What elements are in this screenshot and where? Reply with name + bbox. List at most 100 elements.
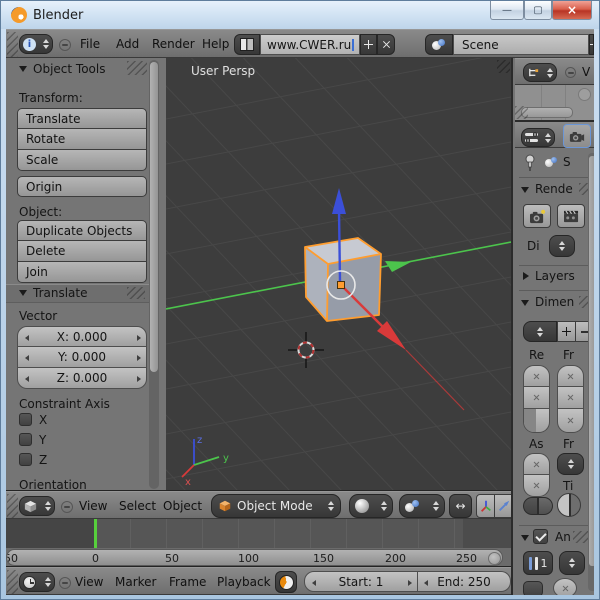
viewport-shading-dropdown[interactable]	[349, 494, 393, 518]
close-button[interactable]: ×	[552, 1, 592, 20]
panel-drag-handle[interactable]	[127, 287, 145, 299]
panel-disclosure-icon[interactable]	[19, 290, 27, 296]
increment-icon[interactable]	[137, 335, 141, 341]
viewport-canvas[interactable]: z y x	[166, 58, 511, 491]
menu-frame[interactable]: Frame	[169, 575, 206, 589]
delete-button[interactable]: Delete	[17, 241, 147, 262]
add-screen-button[interactable]	[360, 34, 377, 55]
aa-samples-button[interactable]: 1	[523, 551, 553, 575]
frame-step-field[interactable]	[557, 409, 584, 433]
aa-panel-title[interactable]: An	[555, 530, 571, 544]
aa-fullsample-checkbox[interactable]	[523, 581, 543, 595]
scrollbar-zoom-handle[interactable]	[488, 552, 501, 565]
pin-icon[interactable]	[523, 154, 537, 172]
increment-icon[interactable]	[137, 355, 141, 361]
current-frame-indicator[interactable]	[94, 519, 97, 548]
menu-playback[interactable]: Playback	[217, 575, 271, 589]
add-scene-button[interactable]	[589, 34, 594, 55]
add-preset-button[interactable]	[557, 321, 576, 342]
duplicate-objects-button[interactable]: Duplicate Objects	[17, 220, 147, 241]
resolution-percentage-slider[interactable]	[523, 409, 550, 433]
manipulate-centers-toggle[interactable]: ↔	[449, 494, 472, 518]
panel-disclosure-icon[interactable]	[19, 66, 27, 72]
rotate-button[interactable]: Rotate	[17, 129, 147, 150]
time-remap-old-field[interactable]	[523, 497, 538, 515]
aa-enable-checkbox[interactable]	[533, 529, 548, 544]
scene-name-field[interactable]: Scene	[453, 34, 589, 55]
frame-start-field-small[interactable]	[557, 365, 584, 387]
constraint-y-checkbox[interactable]	[19, 433, 32, 446]
render-presets-dropdown[interactable]	[523, 321, 557, 342]
timeline-scrollbar[interactable]: -50 0 50 100 150 200 250	[6, 549, 503, 566]
menu-render[interactable]: Render	[152, 37, 195, 51]
scene-context-icon[interactable]	[545, 157, 558, 169]
menu-view[interactable]: V	[582, 65, 590, 79]
properties-scrollbar[interactable]	[588, 153, 594, 591]
selected-cube[interactable]	[305, 238, 381, 321]
area-corner-handle[interactable]	[7, 570, 18, 594]
area-corner-handle[interactable]	[7, 32, 18, 57]
decrement-icon[interactable]	[25, 355, 29, 361]
vector-x-field[interactable]: X: 0.000	[17, 326, 147, 347]
minimize-button[interactable]: —	[490, 1, 524, 20]
editor-type-selector[interactable]	[19, 572, 55, 592]
time-remap-new-field[interactable]	[538, 497, 553, 515]
screen-name-field[interactable]: www.CWER.ru	[260, 34, 360, 55]
panel-disclosure-icon[interactable]	[521, 187, 529, 193]
editor-type-selector[interactable]	[19, 496, 55, 516]
tool-shelf-scrollbar[interactable]	[149, 60, 159, 489]
translate-button[interactable]: Translate	[17, 108, 147, 129]
scene-icon-button[interactable]	[425, 34, 453, 55]
frame-end-field-small[interactable]	[557, 387, 584, 409]
decrement-icon[interactable]	[25, 376, 29, 382]
outliner-scroll-cap[interactable]	[578, 88, 591, 101]
layers-panel-title[interactable]: Layers	[535, 269, 575, 283]
manipulator-axis-toggle[interactable]	[476, 494, 495, 518]
fps-dropdown[interactable]	[557, 453, 584, 475]
join-button[interactable]: Join	[17, 262, 147, 283]
delete-screen-button[interactable]	[377, 34, 395, 55]
collapse-menus-button[interactable]	[59, 577, 71, 589]
menu-add[interactable]: Add	[116, 37, 139, 51]
decrement-icon[interactable]	[312, 580, 316, 586]
scrollbar-thumb[interactable]	[589, 156, 594, 566]
aspect-x-field[interactable]	[523, 453, 550, 475]
aa-filter-dropdown[interactable]	[559, 551, 585, 575]
editor-type-selector[interactable]	[523, 63, 557, 82]
dimensions-panel-title[interactable]: Dimen	[535, 295, 574, 309]
scrollbar-thumb[interactable]	[150, 62, 158, 372]
resolution-x-field[interactable]	[523, 365, 550, 387]
vector-y-field[interactable]: Y: 0.000	[17, 347, 147, 368]
collapse-menus-button[interactable]	[59, 39, 71, 51]
decrement-icon[interactable]	[424, 580, 428, 586]
tool-shelf-panel-title[interactable]: Object Tools	[33, 62, 105, 76]
menu-object[interactable]: Object	[163, 499, 202, 513]
area-corner-handle[interactable]	[497, 60, 510, 73]
area-corner-handle[interactable]	[515, 106, 528, 119]
panel-disclosure-icon[interactable]	[521, 535, 529, 541]
menu-file[interactable]: File	[80, 37, 100, 51]
menu-select[interactable]: Select	[119, 499, 156, 513]
vector-z-field[interactable]: Z: 0.000	[17, 368, 147, 389]
editor-type-selector[interactable]	[521, 128, 555, 147]
autokey-record-button[interactable]	[275, 571, 297, 593]
collapse-menus-button[interactable]	[61, 501, 73, 513]
menu-view[interactable]: View	[75, 575, 103, 589]
screen-layout-icon-button[interactable]	[234, 34, 260, 55]
scale-button[interactable]: Scale	[17, 150, 147, 171]
origin-button[interactable]: Origin	[17, 176, 147, 197]
render-panel-title[interactable]: Rende	[535, 182, 573, 196]
render-animation-button[interactable]	[557, 204, 585, 228]
increment-icon[interactable]	[408, 580, 412, 586]
menu-marker[interactable]: Marker	[115, 575, 156, 589]
viewport-3d[interactable]: z y x User Persp (1) Cube	[166, 58, 511, 491]
aspect-y-field[interactable]	[523, 475, 550, 497]
increment-icon[interactable]	[137, 376, 141, 382]
constraint-x-checkbox[interactable]	[19, 413, 32, 426]
area-corner-handle[interactable]	[7, 494, 18, 518]
contrast-circle-icon[interactable]	[557, 493, 581, 517]
timeline-strip[interactable]	[6, 519, 511, 548]
pivot-point-dropdown[interactable]	[399, 494, 445, 518]
decrement-icon[interactable]	[25, 335, 29, 341]
collapse-menus-button[interactable]	[565, 67, 576, 78]
